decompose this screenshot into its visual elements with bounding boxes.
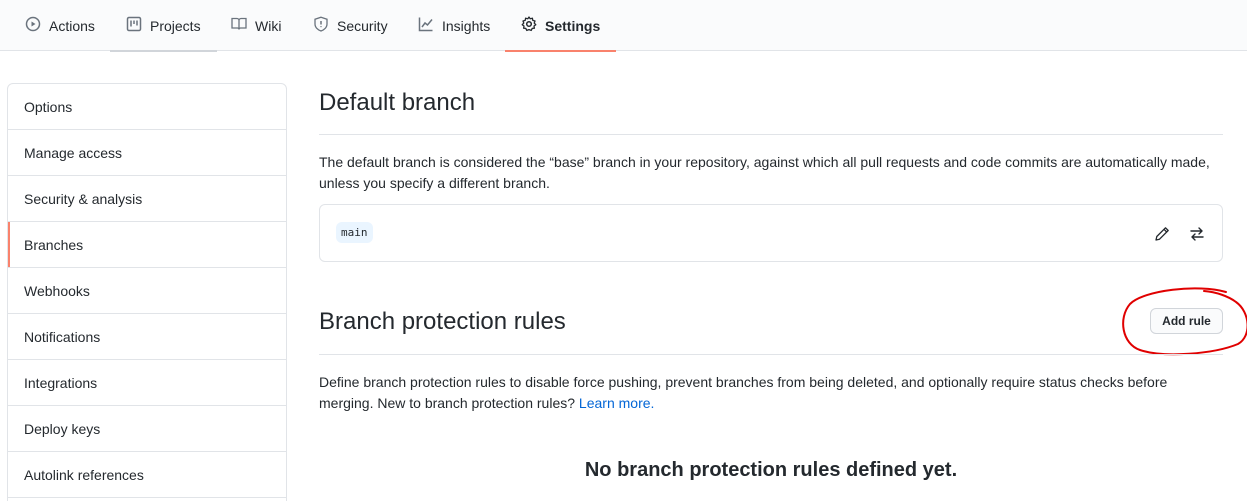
tab-label: Actions (49, 17, 95, 34)
tab-label: Projects (150, 17, 201, 34)
sidebar-item-webhooks[interactable]: Webhooks (8, 268, 286, 314)
sidebar-item-label: Webhooks (24, 282, 90, 299)
edit-branch-button[interactable] (1152, 225, 1172, 245)
tab-settings[interactable]: Settings (504, 0, 617, 52)
tab-label: Wiki (255, 17, 282, 34)
sidebar-item-notifications[interactable]: Notifications (8, 314, 286, 360)
sidebar-item-options[interactable]: Options (8, 84, 286, 130)
tab-label: Security (337, 17, 388, 34)
divider (319, 134, 1223, 135)
default-branch-heading: Default branch (319, 89, 476, 116)
switch-branch-button[interactable] (1187, 225, 1207, 245)
sidebar-item-label: Notifications (24, 328, 101, 345)
learn-more-link[interactable]: Learn more. (579, 395, 654, 411)
divider (319, 354, 1223, 355)
default-branch-description: The default branch is considered the “ba… (319, 154, 1210, 191)
sidebar-item-branches[interactable]: Branches (8, 222, 286, 268)
sidebar-item-label: Security & analysis (24, 190, 143, 207)
branch-protection-description: Define branch protection rules to disabl… (319, 372, 1223, 414)
tab-wiki[interactable]: Wiki (231, 0, 281, 51)
tab-actions[interactable]: Actions (25, 0, 95, 51)
empty-state-title: No branch protection rules defined yet. (584, 459, 958, 481)
graph-icon (418, 16, 434, 35)
pencil-icon (1154, 226, 1170, 245)
protection-description-text: Define branch protection rules to disabl… (319, 374, 1168, 411)
default-branch-box: main (319, 204, 1223, 262)
arrow-switch-icon (1189, 226, 1205, 245)
sidebar-item-integrations[interactable]: Integrations (8, 360, 286, 406)
shield-icon (313, 16, 329, 35)
sidebar-item-label: Autolink references (24, 466, 144, 483)
sidebar-item-security-analysis[interactable]: Security & analysis (8, 176, 286, 222)
branch-name-label: main (336, 222, 373, 243)
tab-label: Insights (442, 17, 491, 34)
book-icon (231, 16, 247, 35)
repo-nav: Actions Projects Wiki Security Insights … (0, 0, 1247, 52)
tab-label: Settings (545, 17, 601, 34)
play-icon (25, 16, 41, 35)
sidebar-item-label: Deploy keys (24, 420, 101, 437)
tab-insights[interactable]: Insights (418, 0, 490, 51)
project-icon (126, 16, 142, 35)
tab-security[interactable]: Security (313, 0, 388, 51)
tab-projects[interactable]: Projects (110, 0, 217, 52)
branch-protection-heading: Branch protection rules (319, 308, 566, 335)
sidebar-item-label: Manage access (24, 144, 123, 161)
sidebar-item-label: Branches (24, 236, 84, 253)
sidebar-item-deploy-keys[interactable]: Deploy keys (8, 406, 286, 452)
sidebar-item-label: Integrations (24, 374, 98, 391)
sidebar-item-autolink-references[interactable]: Autolink references (8, 452, 286, 498)
add-rule-button[interactable]: Add rule (1150, 308, 1223, 334)
gear-icon (521, 16, 537, 35)
sidebar-item-label: Options (24, 98, 73, 115)
settings-sidebar: Options Manage access Security & analysi… (7, 83, 287, 501)
sidebar-item-manage-access[interactable]: Manage access (8, 130, 286, 176)
